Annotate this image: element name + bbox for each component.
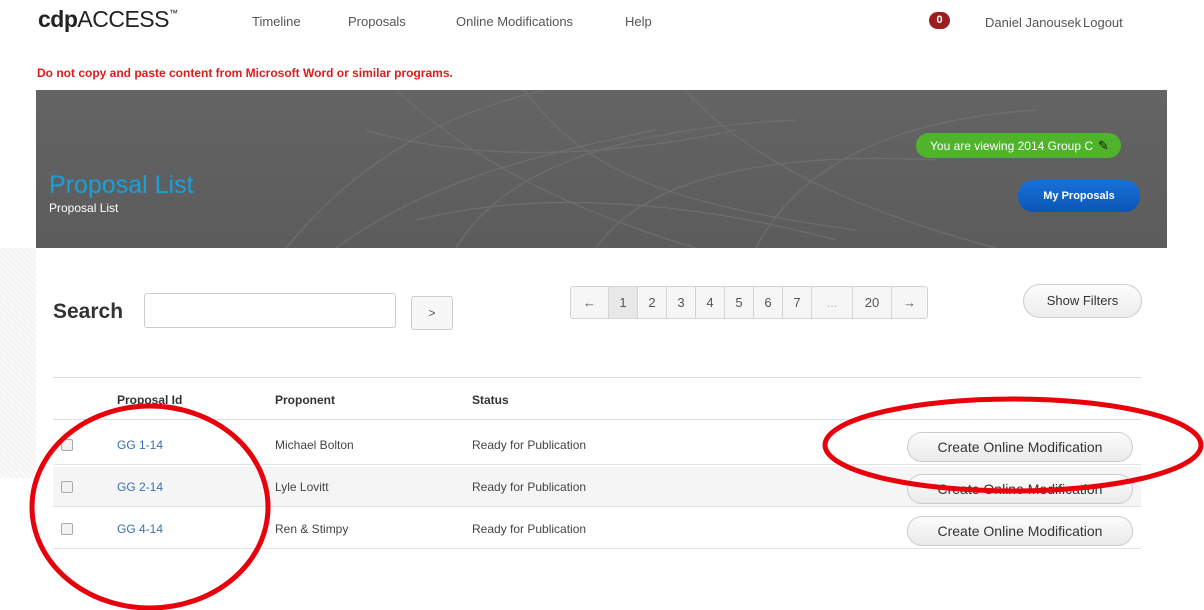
pencil-icon[interactable]: ✎	[1098, 133, 1109, 158]
viewing-group-label: You are viewing 2014 Group C	[930, 139, 1093, 153]
nav-proposals[interactable]: Proposals	[348, 14, 406, 29]
pagination-prev[interactable]: ←	[571, 287, 609, 318]
page-banner: You are viewing 2014 Group C ✎ Proposal L…	[36, 90, 1167, 248]
logo-suffix: ACCESS	[77, 6, 169, 32]
notification-badge[interactable]: 0	[929, 12, 950, 29]
page-title: Proposal List	[49, 171, 194, 199]
nav-online-modifications[interactable]: Online Modifications	[456, 14, 573, 29]
logout-link[interactable]: Logout	[1083, 15, 1123, 30]
page-2[interactable]: 2	[638, 287, 667, 318]
page-1[interactable]: 1	[609, 287, 638, 318]
create-online-modification-button[interactable]: Create Online Modification	[907, 474, 1133, 504]
my-proposals-button[interactable]: My Proposals	[1018, 180, 1140, 212]
logo-prefix: cdp	[38, 6, 78, 32]
pagination: ← 1 2 3 4 5 6 7 ... 20 →	[570, 286, 928, 319]
breadcrumb: Proposal List	[49, 201, 119, 215]
pagination-next[interactable]: →	[892, 287, 927, 318]
page-20[interactable]: 20	[853, 287, 892, 318]
show-filters-button[interactable]: Show Filters	[1023, 284, 1142, 318]
search-label: Search	[53, 300, 124, 323]
status-cell: Ready for Publication	[472, 522, 587, 536]
cdpaccess-logo[interactable]: cdpACCESS™	[38, 6, 178, 33]
logo-trademark: ™	[168, 8, 178, 18]
row-checkbox[interactable]	[61, 439, 73, 451]
table-row: GG 2-14 Lyle Lovitt Ready for Publicatio…	[53, 467, 1141, 507]
proposal-id-link[interactable]: GG 4-14	[117, 522, 163, 536]
create-online-modification-button[interactable]: Create Online Modification	[907, 516, 1133, 546]
table-header: Proposal Id Proponent Status	[53, 377, 1141, 420]
search-input[interactable]	[144, 293, 396, 328]
header-proposal-id[interactable]: Proposal Id	[117, 393, 182, 407]
create-online-modification-button[interactable]: Create Online Modification	[907, 432, 1133, 462]
table-row: GG 1-14 Michael Bolton Ready for Publica…	[53, 425, 1141, 465]
page-5[interactable]: 5	[725, 287, 754, 318]
proposal-id-link[interactable]: GG 1-14	[117, 438, 163, 452]
page-6[interactable]: 6	[754, 287, 783, 318]
proponent-cell: Michael Bolton	[275, 438, 354, 452]
table-row: GG 4-14 Ren & Stimpy Ready for Publicati…	[53, 509, 1141, 549]
page-3[interactable]: 3	[667, 287, 696, 318]
page-bottom-area	[0, 552, 1204, 610]
proposal-id-link[interactable]: GG 2-14	[117, 480, 163, 494]
row-checkbox[interactable]	[61, 481, 73, 493]
proponent-cell: Ren & Stimpy	[275, 522, 349, 536]
header-proponent[interactable]: Proponent	[275, 393, 335, 407]
nav-timeline[interactable]: Timeline	[252, 14, 301, 29]
nav-help[interactable]: Help	[625, 14, 652, 29]
page-7[interactable]: 7	[783, 287, 812, 318]
user-name[interactable]: Daniel Janousek	[985, 15, 1081, 30]
status-cell: Ready for Publication	[472, 480, 587, 494]
top-navigation: cdpACCESS™ Timeline Proposals Online Mod…	[0, 0, 1204, 46]
row-checkbox[interactable]	[61, 523, 73, 535]
pagination-ellipsis: ...	[812, 287, 853, 318]
side-texture	[0, 248, 40, 478]
proponent-cell: Lyle Lovitt	[275, 480, 329, 494]
header-status[interactable]: Status	[472, 393, 509, 407]
banner-background-pattern	[285, 90, 1037, 248]
paste-warning: Do not copy and paste content from Micro…	[37, 66, 453, 80]
page-4[interactable]: 4	[696, 287, 725, 318]
search-submit-button[interactable]: >	[411, 296, 453, 330]
status-cell: Ready for Publication	[472, 438, 587, 452]
viewing-group-badge[interactable]: You are viewing 2014 Group C ✎	[916, 133, 1121, 158]
